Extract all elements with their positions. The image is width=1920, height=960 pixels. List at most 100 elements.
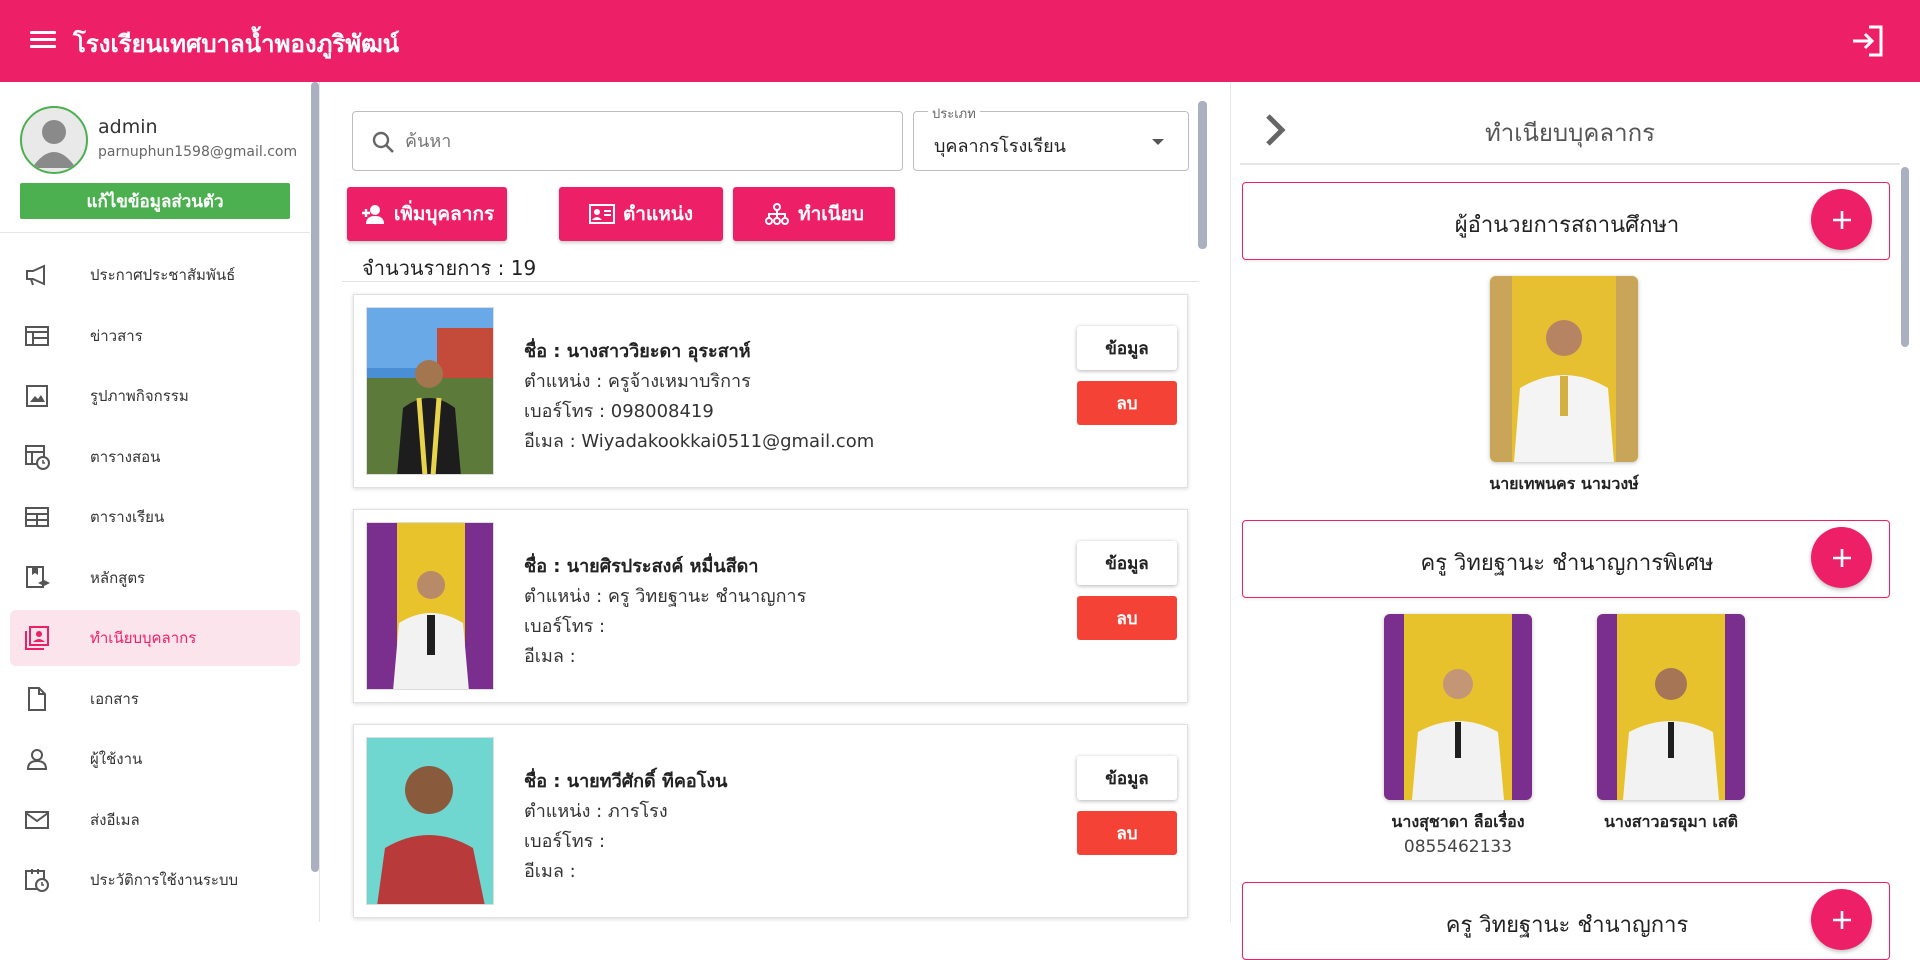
profile-email: parnuphun1598@gmail.com [98,144,298,160]
sidebar-item-gallery[interactable]: รูปภาพกิจกรรม [10,368,300,424]
sidebar-item-label: หลักสูตร [90,568,146,587]
search-input[interactable] [405,126,885,156]
search-field[interactable] [352,111,903,171]
member-photo [1490,276,1638,462]
document-icon [22,685,52,713]
staff-email: อีเมล : Wiyadakookkai0511@gmail.com [524,431,875,452]
sidebar-item-users[interactable]: ผู้ใช้งาน [10,731,300,787]
staff-phone: เบอร์โทร : [524,616,606,637]
staff-info: ชื่อ : นายศิรประสงค์ หมื่นสีดา ตำแหน่ง :… [524,552,806,672]
staff-delete-button[interactable]: ลบ [1077,596,1177,640]
curriculum-icon [22,564,52,592]
staff-name: ชื่อ : นายทวีศักดิ์ ทีคอโงน [524,771,728,792]
staff-info-button[interactable]: ข้อมูล [1077,756,1177,800]
positions-button[interactable]: ตำแหน่ง [559,187,723,241]
chevron-right-icon[interactable] [1260,110,1290,150]
staff-position: ตำแหน่ง : ครูจ้างเหมาบริการ [524,371,751,392]
list-divider [342,281,1199,282]
positions-label: ตำแหน่ง [622,203,694,225]
image-icon [22,382,52,410]
directory-section-header: ผู้อำนวยการสถานศึกษา [1242,182,1890,260]
staff-delete-button[interactable]: ลบ [1077,381,1177,425]
sidebar-divider [0,232,310,233]
staff-position: ตำแหน่ง : ภารโรง [524,801,668,822]
member-photo [1384,614,1532,800]
history-icon [22,866,52,894]
sidebar-item-label: ประวัติการใช้งานระบบ [90,871,239,889]
user-icon [22,745,52,773]
sidebar-item-label: ผู้ใช้งาน [90,750,143,768]
add-staff-label: เพิ่มบุคลากร [393,203,495,225]
sidebar-item-staff-directory[interactable]: ทำเนียบบุคลากร [10,610,300,666]
member-name: นางสาวอรอุมา เสติ [1603,812,1738,831]
sidebar-item-label: ทำเนียบบุคลากร [90,629,197,647]
sidebar-item-news[interactable]: ข่าวสาร [10,308,300,364]
sidebar-item-label: ประกาศประชาสัมพันธ์ [90,266,236,284]
type-select-value: บุคลากรโรงเรียน [934,136,1066,157]
sidebar-item-teaching-schedule[interactable]: ตารางสอน [10,429,300,485]
sidebar-item-documents[interactable]: เอกสาร [10,671,300,727]
sidebar-scrollbar[interactable] [311,82,319,872]
sidebar-item-curriculum[interactable]: หลักสูตร [10,550,300,606]
directory-member[interactable]: นางสุชาดา ลือเรื่อง 0855462133 [1358,614,1558,857]
dropdown-arrow-icon [1152,139,1164,145]
staff-photo [366,737,494,905]
id-card-icon [588,204,615,224]
directory-section-header: ครู วิทยฐานะ ชำนาญการพิเศษ [1242,520,1890,598]
directory-member[interactable]: นางสาวอรอุมา เสติ [1571,614,1771,835]
sidebar-item-usage-history[interactable]: ประวัติการใช้งานระบบ [10,852,300,908]
org-chart-icon [765,203,790,225]
sidebar-item-class-schedule[interactable]: ตารางเรียน [10,489,300,545]
table-icon [22,503,52,531]
sidebar-item-send-email[interactable]: ส่งอีเมล [10,792,300,848]
add-person-icon [361,205,384,224]
record-count: จำนวนรายการ : 19 [362,256,537,280]
add-member-button[interactable] [1811,189,1872,250]
top-app-bar: โรงเรียนเทศบาลน้ำพองภูริพัฒน์ [0,0,1920,82]
type-select-label: ประเภท [928,103,980,124]
directory-panel-title: ทำเนียบบุคลากร [1484,119,1656,147]
sidebar-nav: ประกาศประชาสัมพันธ์ ข่าวสาร รูปภาพกิจกรร… [10,247,300,913]
directory-label: ทำเนียบ [798,203,864,225]
sidebar-item-label: ตารางสอน [90,447,161,466]
edit-profile-button[interactable]: แก้ไขข้อมูลส่วนตัว [20,183,290,219]
staff-name: ชื่อ : นายศิรประสงค์ หมื่นสีดา [524,556,759,577]
sidebar-item-announcements[interactable]: ประกาศประชาสัมพันธ์ [10,247,300,303]
sidebar-item-label: ตารางเรียน [90,508,165,526]
schedule-icon [22,443,52,471]
panel-divider [1240,163,1900,165]
directory-member[interactable]: นายเทพนคร นามวงษ์ [1464,276,1664,497]
user-profile: admin parnuphun1598@gmail.com แก้ไขข้อมู… [20,106,297,236]
add-member-button[interactable] [1811,889,1872,950]
staff-photo [366,522,494,690]
add-staff-button[interactable]: เพิ่มบุคลากร [347,187,507,241]
member-name: นางสุชาดา ลือเรื่อง [1391,812,1525,831]
directory-section-header: ครู วิทยฐานะ ชำนาญการ [1242,882,1890,960]
member-photo [1597,614,1745,800]
staff-info: ชื่อ : นายทวีศักดิ์ ทีคอโงน ตำแหน่ง : ภา… [524,767,727,887]
profile-name: admin [98,116,158,138]
directory-button[interactable]: ทำเนียบ [733,187,895,241]
main-scrollbar[interactable] [1198,101,1207,249]
logout-icon[interactable] [1850,24,1886,58]
staff-info-button[interactable]: ข้อมูล [1077,541,1177,585]
menu-icon[interactable] [26,27,60,55]
add-member-button[interactable] [1811,527,1872,588]
staff-phone: เบอร์โทร : 098008419 [524,401,714,422]
email-icon [22,806,52,834]
staff-phone: เบอร์โทร : [524,831,606,852]
sidebar-item-label: ส่งอีเมล [90,810,140,829]
megaphone-icon [22,261,52,289]
staff-info: ชื่อ : นางสาววิยะดา อุระสาห์ ตำแหน่ง : ค… [524,337,874,457]
staff-card: ชื่อ : นางสาววิยะดา อุระสาห์ ตำแหน่ง : ค… [353,294,1188,488]
staff-info-button[interactable]: ข้อมูล [1077,326,1177,370]
directory-icon [22,624,52,652]
search-icon [371,130,395,158]
sidebar-item-label: เอกสาร [90,689,139,708]
member-name: นายเทพนคร นามวงษ์ [1489,474,1639,493]
type-select[interactable]: ประเภท บุคลากรโรงเรียน [913,103,1189,171]
panel-scrollbar[interactable] [1901,167,1909,347]
staff-name: ชื่อ : นางสาววิยะดา อุระสาห์ [524,341,751,362]
avatar [20,106,88,174]
staff-delete-button[interactable]: ลบ [1077,811,1177,855]
